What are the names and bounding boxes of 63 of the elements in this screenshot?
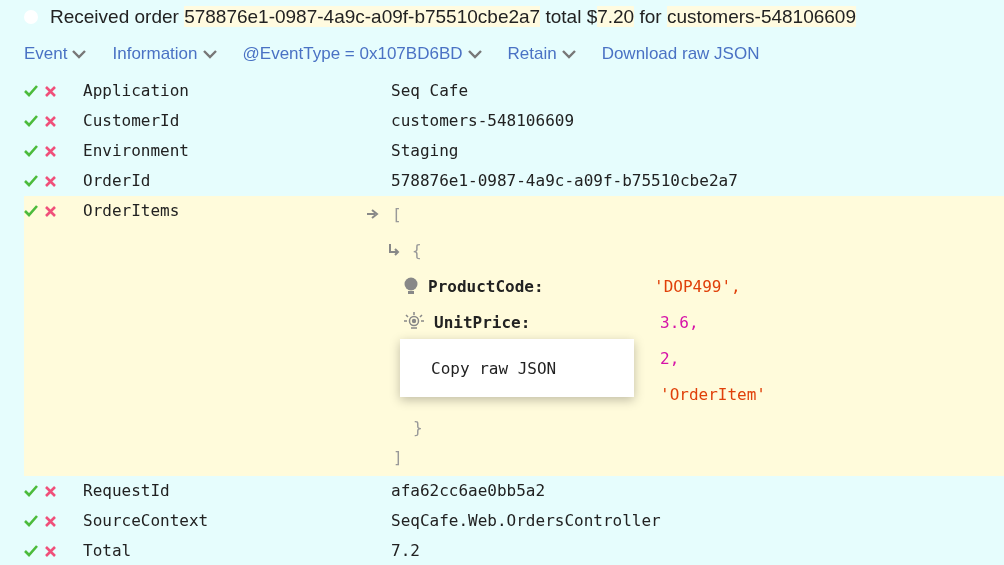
check-icon[interactable] [24,175,38,187]
property-row[interactable]: RequestId afa62cc6ae0bb5a2 [24,476,1004,506]
close-icon[interactable] [45,85,56,97]
property-value: Seq Cafe [391,80,469,102]
close-icon[interactable] [45,545,56,557]
json-bracket: [ [392,204,402,224]
json-bracket: ] [393,447,403,467]
check-icon[interactable] [24,85,38,97]
toolbar-link[interactable]: Download raw JSON [601,40,760,68]
json-bracket: } [413,417,423,437]
close-icon[interactable] [45,145,56,157]
property-row[interactable]: Application Seq Cafe [24,76,1004,106]
check-icon[interactable] [24,515,38,527]
property-row[interactable]: Total 7.2 [24,536,1004,565]
json-value: 'DOP499', [654,276,741,296]
property-name: OrderItems [83,200,181,222]
check-icon[interactable] [24,545,38,557]
check-icon[interactable] [24,485,38,497]
json-value: 'OrderItem' [660,384,766,404]
caret-icon [202,49,217,59]
status-dot [24,10,38,24]
property-row[interactable]: OrderId 578876e1-0987-4a9c-a09f-b75510cbe2a7 [24,166,1004,196]
property-name: SourceContext [83,510,210,532]
toolbar-link[interactable]: @EventType = 0x107BD6BD [242,40,482,68]
caret-icon [467,49,482,59]
toolbar-link[interactable]: Information [112,40,217,68]
close-icon[interactable] [45,175,56,187]
property-value: 7.2 [391,540,420,562]
close-icon[interactable] [45,205,56,217]
close-icon[interactable] [45,485,56,497]
property-value: 578876e1-0987-4a9c-a09f-b75510cbe2a7 [391,170,738,192]
json-value: 3.6, [660,312,699,332]
property-name: RequestId [83,480,171,502]
json-key: UnitPrice: [434,312,660,332]
toolbar-link[interactable]: Event [24,40,87,68]
arrow-right-icon [367,209,379,219]
check-icon[interactable] [24,205,38,217]
property-name: Application [83,80,190,102]
property-value: customers-548106609 [391,110,575,132]
json-bracket: { [412,240,422,260]
event-message: Received order 578876e1-0987-4a9c-a09f-b75510cbe2a7 total $7.20 for customers-548106609 [50,6,856,28]
arrow-down-right-icon [388,244,400,256]
light-bulb-icon[interactable] [403,276,419,296]
close-icon[interactable] [45,115,56,127]
check-icon[interactable] [24,145,38,157]
json-key: ProductCode: [428,276,654,296]
property-row[interactable]: CustomerId customers-548106609 [24,106,1004,136]
property-name: Total [83,540,133,562]
property-row[interactable]: Environment Staging [24,136,1004,166]
caret-icon [561,49,576,59]
menu-item[interactable]: Copy raw JSON [400,358,634,378]
property-row[interactable]: SourceContext SeqCafe.Web.OrdersController [24,506,1004,536]
property-value: Staging [391,140,459,162]
caret-icon [72,49,87,59]
close-icon[interactable] [45,515,56,527]
check-icon[interactable] [24,115,38,127]
property-name: CustomerId [83,110,181,132]
toolbar-link[interactable]: Retain [507,40,576,68]
property-value: SeqCafe.Web.OrdersController [391,510,661,532]
json-value: 2, [660,348,680,368]
property-value: afa62cc6ae0bb5a2 [391,480,546,502]
property-name: Environment [83,140,190,162]
property-name: OrderId [83,170,152,192]
